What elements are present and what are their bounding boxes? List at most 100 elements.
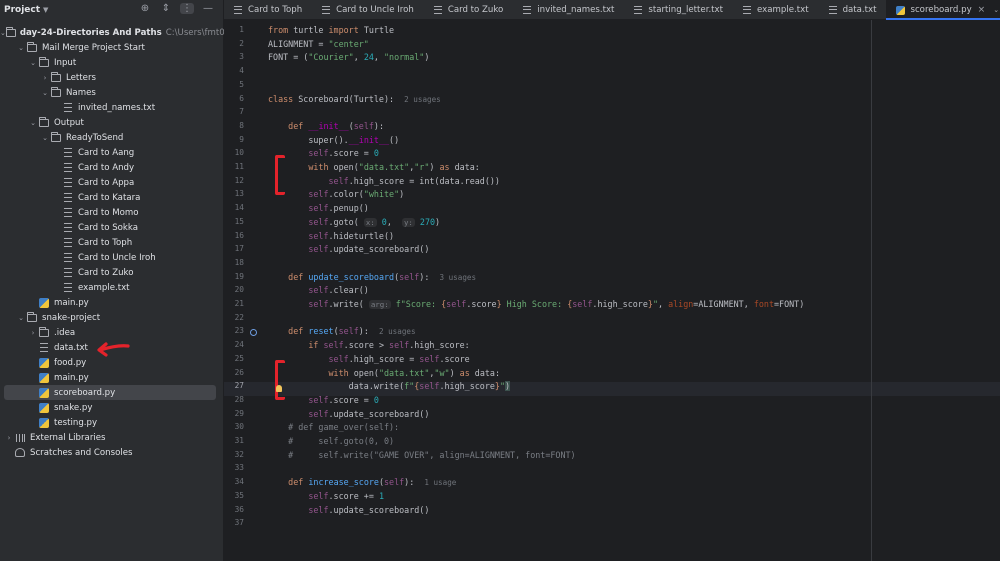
code-line[interactable]: self.goto( x: 0, y: 270) (268, 215, 440, 229)
code-line[interactable]: with open("data.txt","w") as data: (268, 366, 501, 380)
line-number[interactable]: 14 (235, 203, 244, 212)
tree-item-testing-py[interactable]: testing.py (0, 415, 224, 430)
tab-scoreboard-py[interactable]: scoreboard.py × ⌄ (886, 0, 1000, 20)
code-line[interactable]: self.high_score = self.score (268, 352, 470, 366)
line-number[interactable]: 4 (239, 66, 244, 75)
line-number[interactable]: 5 (239, 80, 244, 89)
project-panel-title[interactable]: Project (4, 5, 40, 15)
chevron-down-icon[interactable]: ⌄ (40, 134, 50, 142)
chevron-down-icon[interactable]: ⌄ (40, 89, 50, 97)
code-line[interactable]: def update_scoreboard(self): 3 usages (268, 270, 476, 284)
line-number[interactable]: 35 (235, 491, 244, 500)
chevron-down-icon[interactable]: ⌄ (28, 119, 38, 127)
line-number[interactable]: 7 (239, 107, 244, 116)
tree-item-card-to-aang[interactable]: Card to Aang (0, 145, 224, 160)
line-number[interactable]: 33 (235, 463, 244, 472)
chevron-right-icon[interactable]: › (28, 329, 38, 337)
line-number[interactable]: 12 (235, 176, 244, 185)
code-line[interactable]: self.update_scoreboard() (268, 503, 429, 517)
line-number[interactable]: 23 (235, 326, 244, 335)
override-gutter-icon[interactable] (250, 329, 257, 336)
tree-item-names[interactable]: ⌄ Names (0, 85, 224, 100)
tree-item-external-libraries[interactable]: › External Libraries (0, 430, 224, 445)
line-number[interactable]: 29 (235, 409, 244, 418)
line-number[interactable]: 19 (235, 272, 244, 281)
line-number[interactable]: 6 (239, 94, 244, 103)
code-line[interactable]: def __init__(self): (268, 119, 384, 133)
code-line[interactable]: class Scoreboard(Turtle): 2 usages (268, 92, 441, 106)
code-line[interactable]: if self.score > self.high_score: (268, 338, 469, 352)
tree-item-card-to-sokka[interactable]: Card to Sokka (0, 220, 224, 235)
code-line[interactable]: self.update_scoreboard() (268, 242, 429, 256)
line-number[interactable]: 25 (235, 354, 244, 363)
tab-card-to-zuko[interactable]: Card to Zuko (424, 0, 513, 20)
code-line[interactable]: self.score += 1 (268, 489, 384, 503)
tree-item-card-to-andy[interactable]: Card to Andy (0, 160, 224, 175)
line-number[interactable]: 1 (239, 25, 244, 34)
line-number[interactable]: 20 (235, 285, 244, 294)
code-line[interactable]: self.write( arg: f"Score: {self.score} H… (268, 297, 804, 311)
tree-item-card-to-appa[interactable]: Card to Appa (0, 175, 224, 190)
code-line[interactable]: self.high_score = int(data.read()) (268, 174, 500, 188)
more-options-icon[interactable]: ⋮ (180, 3, 194, 14)
line-number[interactable]: 13 (235, 189, 244, 198)
tree-item-letters[interactable]: › Letters (0, 70, 224, 85)
code-line[interactable]: self.clear() (268, 283, 369, 297)
tree-item-mail-merge-project-start[interactable]: ⌄ Mail Merge Project Start (0, 40, 224, 55)
line-number[interactable]: 2 (239, 39, 244, 48)
tab-starting-letter-txt[interactable]: starting_letter.txt (624, 0, 733, 20)
code-area[interactable]: from turtle import Turtle ALIGNMENT = "ce… (268, 20, 1000, 561)
line-number[interactable]: 10 (235, 148, 244, 157)
line-number[interactable]: 22 (235, 313, 244, 322)
line-number[interactable]: 18 (235, 258, 244, 267)
line-number[interactable]: 30 (235, 422, 244, 431)
code-line[interactable]: FONT = ("Courier", 24, "normal") (268, 50, 429, 64)
tab-card-to-uncle-iroh[interactable]: Card to Uncle Iroh (312, 0, 424, 20)
tree-item-snake-py[interactable]: snake.py (0, 400, 224, 415)
code-line[interactable]: self.penup() (268, 201, 369, 215)
code-line[interactable]: def increase_score(self): 1 usage (268, 475, 456, 489)
expand-collapse-icon[interactable]: ⇕ (159, 3, 173, 14)
line-number[interactable]: 17 (235, 244, 244, 253)
line-number[interactable]: 9 (239, 135, 244, 144)
code-editor[interactable]: Card to Toph Card to Uncle Iroh Card to Zu… (224, 0, 1000, 561)
chevron-down-icon[interactable]: ▼ (43, 6, 48, 14)
code-line[interactable]: # self.write("GAME OVER", align=ALIGNMEN… (268, 448, 575, 462)
line-number-gutter[interactable]: 1 2 3 4 5 6 7 8 9 10 11 12 13 14 15 16 17 18 19 20 21 22 23 24 2… (224, 20, 264, 561)
close-icon[interactable]: × (978, 5, 986, 15)
code-line[interactable]: ALIGNMENT = "center" (268, 37, 369, 51)
tab-example-txt[interactable]: example.txt (733, 0, 819, 20)
tree-item-scoreboard-py[interactable]: scoreboard.py (4, 385, 216, 400)
tree-item-scratches-and-consoles[interactable]: Scratches and Consoles (0, 445, 224, 460)
line-number[interactable]: 11 (235, 162, 244, 171)
code-line[interactable]: super().__init__() (268, 133, 399, 147)
line-number[interactable]: 28 (235, 395, 244, 404)
line-number[interactable]: 26 (235, 368, 244, 377)
tab-card-to-toph[interactable]: Card to Toph (224, 0, 312, 20)
tree-item-main-py[interactable]: main.py (0, 370, 224, 385)
tree-item-output[interactable]: ⌄ Output (0, 115, 224, 130)
line-number[interactable]: 32 (235, 450, 244, 459)
hide-panel-icon[interactable]: — (201, 3, 215, 14)
tab-data-txt[interactable]: data.txt (819, 0, 887, 20)
chevron-down-icon[interactable]: ⌄ (16, 314, 26, 322)
tree-item-card-to-momo[interactable]: Card to Momo (0, 205, 224, 220)
line-number[interactable]: 37 (235, 518, 244, 527)
code-line[interactable]: def reset(self): 2 usages (268, 324, 415, 338)
line-number[interactable]: 16 (235, 231, 244, 240)
tab-invited-names-txt[interactable]: invited_names.txt (513, 0, 624, 20)
code-line[interactable]: # self.goto(0, 0) (268, 434, 394, 448)
tree-item-idea[interactable]: › .idea (0, 325, 224, 340)
chevron-down-icon[interactable]: ⌄ (16, 44, 26, 52)
line-number[interactable]: 3 (239, 52, 244, 61)
locate-file-icon[interactable]: ⊕ (138, 3, 152, 14)
code-line[interactable]: data.write(f"{self.high_score}") (268, 379, 511, 393)
tree-item-main-py[interactable]: main.py (0, 295, 224, 310)
code-line[interactable]: from turtle import Turtle (268, 23, 394, 37)
line-number[interactable]: 36 (235, 505, 244, 514)
chevron-down-icon[interactable]: ⌄ (28, 59, 38, 67)
tree-item-card-to-zuko[interactable]: Card to Zuko (0, 265, 224, 280)
code-line[interactable]: with open("data.txt","r") as data: (268, 160, 480, 174)
tree-item-snake-project[interactable]: ⌄ snake-project (0, 310, 224, 325)
chevron-right-icon[interactable]: › (40, 74, 50, 82)
